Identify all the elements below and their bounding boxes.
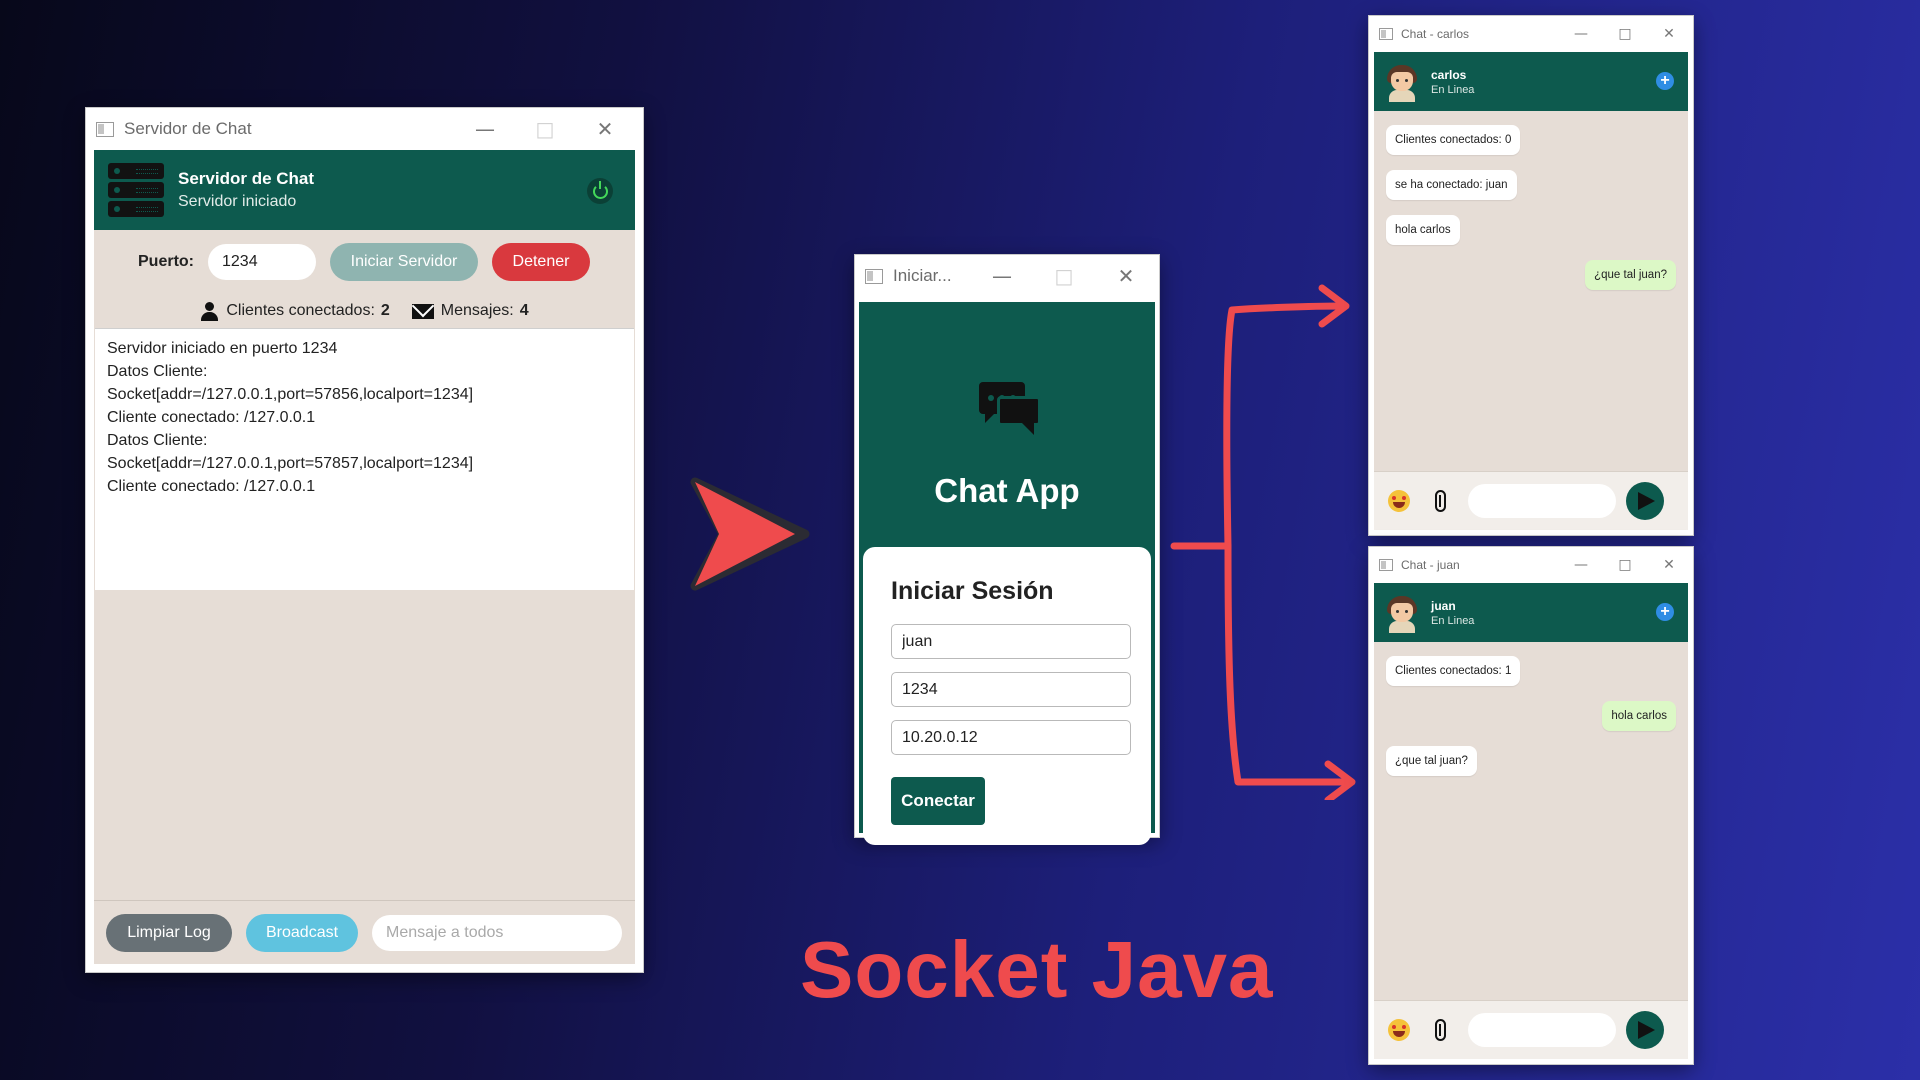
chat-window-title: Chat - juan (1401, 558, 1460, 572)
minimize-icon[interactable]: — (1559, 26, 1603, 42)
send-icon[interactable] (1626, 1011, 1664, 1049)
clear-log-button[interactable]: Limpiar Log (106, 913, 232, 952)
paperclip-icon[interactable] (1435, 1019, 1446, 1041)
window-app-icon (865, 268, 883, 284)
server-header: Servidor de Chat Servidor iniciado (94, 150, 635, 230)
minimize-icon[interactable]: — (971, 264, 1033, 288)
slogan-title: Socket Java (800, 925, 1274, 1014)
contact-status: En Linea (1431, 614, 1475, 627)
stop-server-button[interactable]: Detener (492, 243, 590, 281)
chat-window-title: Chat - carlos (1401, 27, 1470, 41)
server-body: Servidor de Chat Servidor iniciado Puert… (94, 150, 635, 964)
server-titlebar[interactable]: Servidor de Chat — □ ✕ (86, 108, 643, 150)
message-bubble: Clientes conectados: 0 (1386, 125, 1521, 155)
window-app-icon (96, 121, 114, 137)
chat-header: juan En Linea + (1374, 583, 1688, 642)
port-row: Puerto: Iniciar Servidor Detener (94, 230, 635, 294)
login-card: Iniciar Sesión Conectar (863, 547, 1151, 845)
maximize-icon[interactable]: □ (1603, 26, 1647, 42)
app-name: Chat App (934, 472, 1080, 509)
arrow-right-icon (690, 477, 810, 591)
avatar (1384, 593, 1420, 633)
chat-titlebar[interactable]: Chat - juan — □ ✕ (1369, 547, 1693, 583)
paperclip-icon[interactable] (1435, 490, 1446, 512)
send-icon[interactable] (1626, 482, 1664, 520)
contact-status: En Linea (1431, 83, 1475, 96)
message-bubble: se ha conectado: juan (1386, 170, 1517, 200)
minimize-icon[interactable]: — (455, 117, 515, 141)
server-stats: Clientes conectados: 2 Mensajes: 4 (94, 294, 635, 328)
contact-name: juan (1431, 598, 1456, 613)
chat-bubbles-icon (979, 382, 1043, 440)
minimize-icon[interactable]: — (1559, 557, 1603, 573)
port-input[interactable] (208, 244, 316, 280)
message-bubble: Clientes conectados: 1 (1386, 656, 1521, 686)
chat-header: carlos En Linea + (1374, 52, 1688, 111)
emoji-icon[interactable] (1388, 1019, 1410, 1041)
login-window-title: Iniciar... (893, 266, 952, 285)
login-window: Iniciar... — □ ✕ Chat App Iniciar Sesión… (855, 255, 1159, 845)
login-heading: Iniciar Sesión (891, 577, 1054, 605)
server-rack-icon (108, 163, 164, 217)
server-window: Servidor de Chat — □ ✕ Servidor de Chat … (86, 108, 643, 972)
host-input[interactable] (891, 720, 1131, 755)
contact-name: carlos (1431, 67, 1467, 82)
login-body: Chat App Iniciar Sesión Conectar (859, 302, 1155, 845)
chat-body: carlos En Linea + Clientes conectados: 0… (1374, 52, 1688, 530)
chat-window-carlos: Chat - carlos — □ ✕ carlos En Linea + Cl… (1369, 16, 1693, 535)
window-app-icon (1379, 559, 1393, 571)
power-icon (587, 178, 613, 204)
avatar (1384, 62, 1420, 102)
close-icon[interactable]: ✕ (1095, 264, 1157, 288)
message-bubble: hola carlos (1386, 215, 1460, 245)
messages-label: Mensajes: (440, 302, 514, 319)
broadcast-button[interactable]: Broadcast (246, 913, 358, 952)
messages-count: 4 (519, 302, 529, 319)
maximize-icon[interactable]: □ (1603, 557, 1647, 573)
server-status-text: Servidor iniciado (178, 193, 297, 210)
clients-count: 2 (380, 302, 390, 319)
server-header-title: Servidor de Chat (178, 169, 315, 188)
username-input[interactable] (891, 624, 1131, 659)
message-list: Clientes conectados: 1 hola carlos ¿que … (1374, 642, 1688, 805)
server-footer: Limpiar Log Broadcast (94, 900, 635, 964)
maximize-icon[interactable]: □ (1033, 264, 1095, 288)
message-input[interactable] (1468, 1013, 1616, 1047)
server-window-title: Servidor de Chat (124, 119, 252, 138)
connect-button[interactable]: Conectar (891, 777, 985, 825)
message-bubble: ¿que tal juan? (1585, 260, 1676, 290)
chat-body: juan En Linea + Clientes conectados: 1 h… (1374, 583, 1688, 1059)
message-bubble: hola carlos (1602, 701, 1676, 731)
emoji-icon[interactable] (1388, 490, 1410, 512)
message-list: Clientes conectados: 0 se ha conectado: … (1374, 111, 1688, 319)
message-input[interactable] (1468, 484, 1616, 518)
chat-composer (1374, 471, 1688, 530)
maximize-icon[interactable]: □ (515, 117, 575, 141)
add-icon[interactable]: + (1656, 603, 1674, 621)
close-icon[interactable]: ✕ (1647, 557, 1691, 573)
broadcast-input[interactable] (372, 914, 622, 951)
close-icon[interactable]: ✕ (1647, 26, 1691, 42)
port-label: Puerto: (138, 253, 194, 270)
server-log[interactable]: Servidor iniciado en puerto 1234 Datos C… (95, 328, 634, 590)
port-input[interactable] (891, 672, 1131, 707)
message-bubble: ¿que tal juan? (1386, 746, 1477, 776)
mail-icon (411, 303, 434, 319)
chat-composer (1374, 1000, 1688, 1059)
start-server-button[interactable]: Iniciar Servidor (330, 243, 478, 281)
split-arrow-icon (1170, 284, 1356, 800)
clients-label: Clientes conectados: (226, 302, 375, 319)
chat-titlebar[interactable]: Chat - carlos — □ ✕ (1369, 16, 1693, 52)
login-titlebar[interactable]: Iniciar... — □ ✕ (855, 255, 1159, 297)
window-app-icon (1379, 28, 1393, 40)
add-icon[interactable]: + (1656, 72, 1674, 90)
user-icon (200, 301, 219, 321)
chat-window-juan: Chat - juan — □ ✕ juan En Linea + Client… (1369, 547, 1693, 1064)
close-icon[interactable]: ✕ (575, 117, 635, 141)
